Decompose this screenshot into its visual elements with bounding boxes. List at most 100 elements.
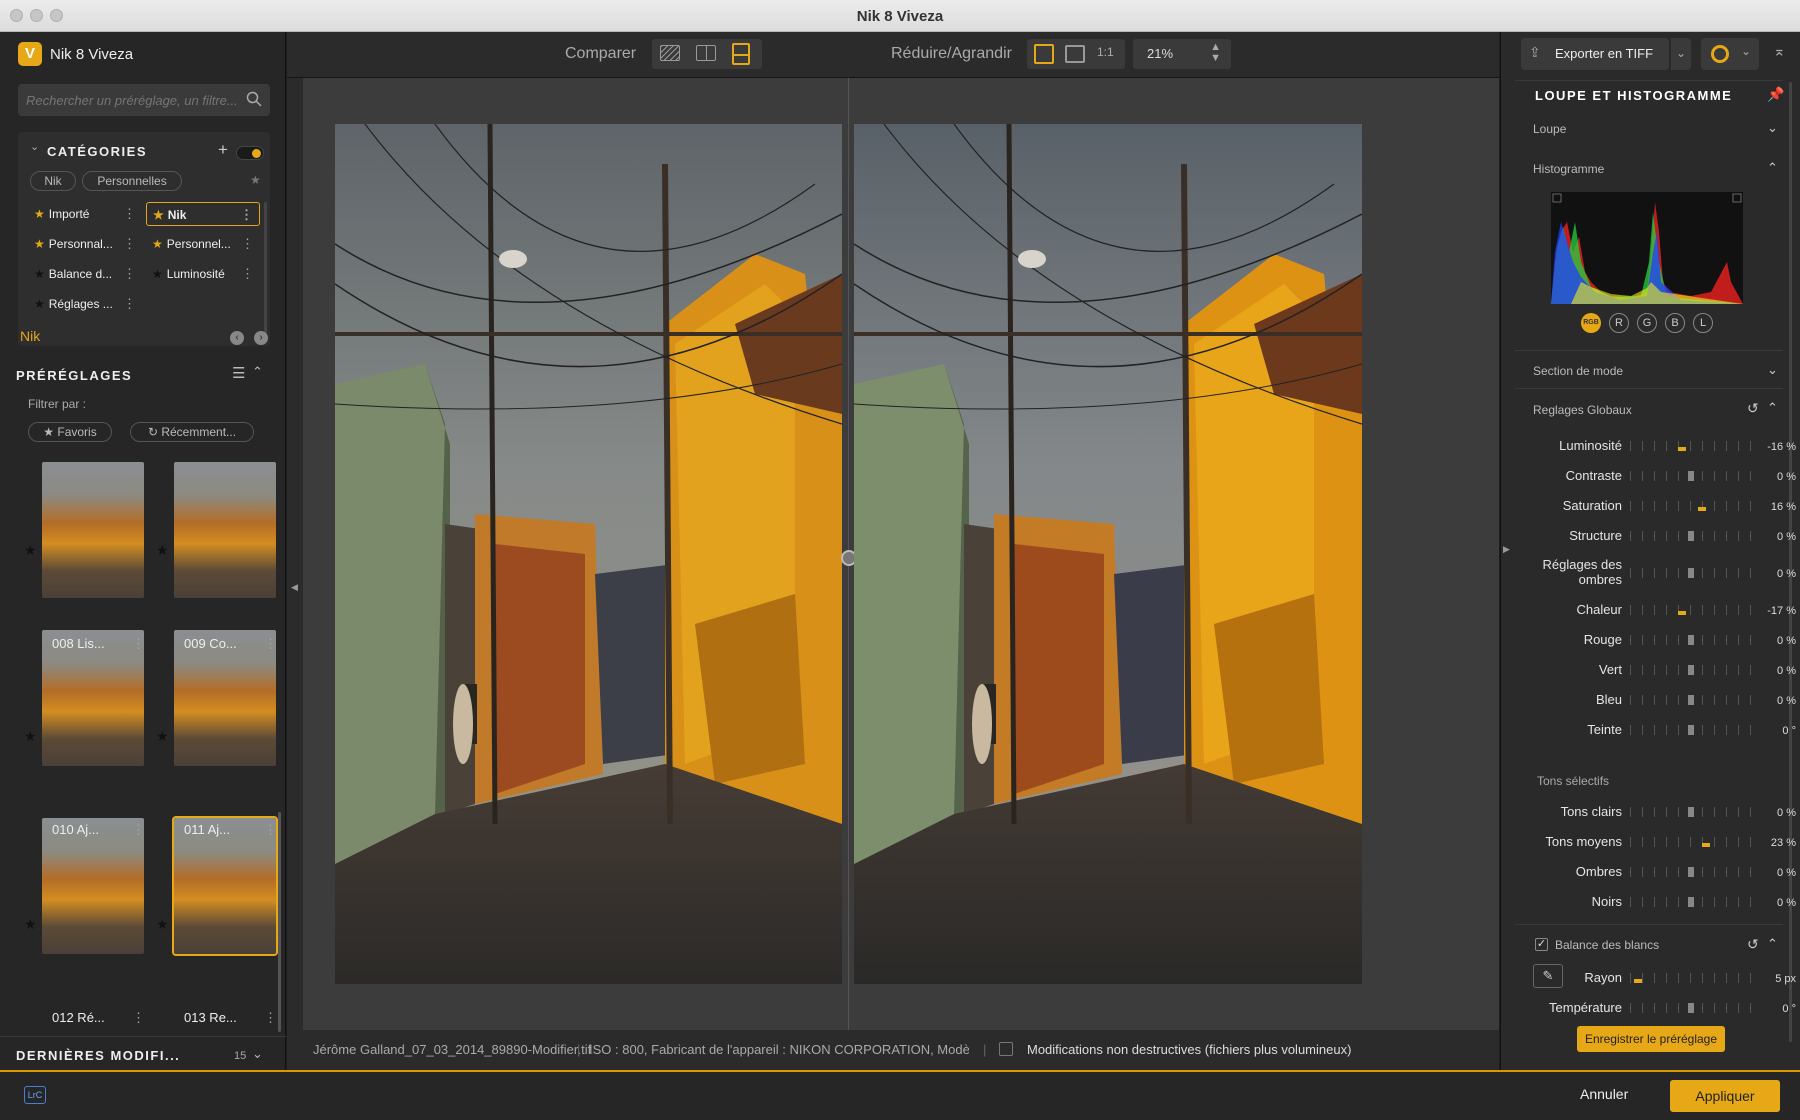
- slider-handle[interactable]: [1688, 568, 1694, 578]
- more-icon[interactable]: ⋮: [264, 822, 277, 838]
- collapse-icon[interactable]: ⌃: [252, 364, 263, 380]
- mode-section[interactable]: Section de mode: [1533, 364, 1623, 378]
- category-item-personnalise[interactable]: ★ Personnal... ⋮: [28, 232, 142, 256]
- channel-r-button[interactable]: R: [1609, 313, 1629, 333]
- star-icon[interactable]: ★: [156, 542, 169, 559]
- category-item-importe[interactable]: ★ Importé ⋮: [28, 202, 142, 226]
- category-item-balance[interactable]: ★ Balance d... ⋮: [28, 262, 142, 286]
- slider-track[interactable]: [1630, 837, 1752, 847]
- image-canvas[interactable]: [303, 78, 1499, 1030]
- slider-handle[interactable]: [1688, 695, 1694, 705]
- settings-button[interactable]: ⌄: [1701, 38, 1759, 70]
- fill-icon[interactable]: [1065, 45, 1085, 63]
- one-to-one-button[interactable]: 1:1: [1097, 45, 1114, 59]
- nondestructive-checkbox[interactable]: [999, 1042, 1013, 1056]
- favorite-filter-icon[interactable]: ★: [250, 173, 261, 187]
- more-icon[interactable]: ⋮: [123, 232, 136, 256]
- slider-track[interactable]: [1630, 897, 1752, 907]
- channel-l-button[interactable]: L: [1693, 313, 1713, 333]
- slider-track[interactable]: [1630, 605, 1752, 615]
- slider-handle[interactable]: [1678, 447, 1687, 451]
- more-icon[interactable]: ⋮: [123, 262, 136, 286]
- more-icon[interactable]: ⋮: [241, 262, 254, 286]
- lrc-icon[interactable]: LrC: [24, 1086, 46, 1104]
- chevron-up-icon[interactable]: ⌃: [1767, 160, 1778, 176]
- left-collapse-strip[interactable]: ◀: [287, 78, 303, 1030]
- slider-handle[interactable]: [1688, 665, 1694, 675]
- preset-thumbnail[interactable]: [42, 462, 144, 598]
- white-balance-checkbox[interactable]: ✓: [1535, 938, 1548, 951]
- more-icon[interactable]: ⋮: [264, 636, 277, 652]
- star-icon[interactable]: ★: [153, 208, 164, 222]
- star-icon[interactable]: ★: [156, 916, 169, 933]
- chevron-up-icon[interactable]: ⌃: [1767, 936, 1778, 952]
- preset-thumbnail-selected[interactable]: [172, 816, 278, 956]
- more-icon[interactable]: ⋮: [132, 636, 145, 652]
- more-icon[interactable]: ⋮: [132, 1010, 145, 1026]
- star-icon[interactable]: ★: [24, 728, 37, 745]
- category-item-reglages[interactable]: ★ Réglages ... ⋮: [28, 292, 142, 316]
- more-icon[interactable]: ⋮: [123, 292, 136, 316]
- chevron-up-icon[interactable]: ⌃: [1767, 400, 1778, 416]
- slider-track[interactable]: [1630, 973, 1752, 983]
- next-icon[interactable]: ›: [254, 331, 268, 345]
- slider-handle[interactable]: [1697, 507, 1706, 511]
- collapse-top-icon[interactable]: ⌅: [1773, 42, 1786, 60]
- category-item-nik[interactable]: ★ Nik ⋮: [146, 202, 260, 226]
- categories-scrollbar[interactable]: [264, 202, 267, 342]
- channel-b-button[interactable]: B: [1665, 313, 1685, 333]
- category-item-luminosite[interactable]: ★ Luminosité ⋮: [146, 262, 260, 286]
- fit-icon[interactable]: [1034, 44, 1054, 64]
- slider-track[interactable]: [1630, 635, 1752, 645]
- previous-icon[interactable]: ‹: [230, 331, 244, 345]
- tab-personnelles[interactable]: Personnelles: [82, 171, 182, 191]
- slider-handle[interactable]: [1688, 635, 1694, 645]
- chevron-down-icon[interactable]: ⌄: [252, 1046, 263, 1062]
- channel-rgb-button[interactable]: RGB: [1581, 313, 1601, 333]
- slider-handle[interactable]: [1688, 1003, 1694, 1013]
- slider-track[interactable]: [1630, 441, 1752, 451]
- presets-scrollbar[interactable]: [278, 812, 281, 1032]
- save-preset-button[interactable]: Enregistrer le préréglage: [1577, 1026, 1725, 1052]
- compare-split-icon[interactable]: [696, 45, 716, 61]
- slider-handle[interactable]: [1688, 531, 1694, 541]
- slider-track[interactable]: [1630, 568, 1752, 578]
- preset-thumbnail[interactable]: [42, 818, 144, 954]
- export-button[interactable]: ⇪ Exporter en TIFF: [1521, 38, 1669, 70]
- star-icon[interactable]: ★: [34, 267, 45, 281]
- slider-handle[interactable]: [1701, 843, 1710, 847]
- slider-track[interactable]: [1630, 695, 1752, 705]
- search-box[interactable]: [18, 84, 270, 116]
- filter-favorites-chip[interactable]: ★ Favoris: [28, 422, 112, 442]
- add-category-icon[interactable]: +: [218, 140, 228, 160]
- export-dropdown-icon[interactable]: ⌄: [1671, 38, 1691, 70]
- channel-g-button[interactable]: G: [1637, 313, 1657, 333]
- zoom-select[interactable]: 21% ▲ ▼: [1133, 39, 1231, 69]
- star-icon[interactable]: ★: [34, 237, 45, 251]
- white-balance-section[interactable]: Balance des blancs: [1555, 938, 1659, 952]
- list-view-icon[interactable]: ☰: [232, 364, 245, 382]
- compare-overlay-icon[interactable]: [660, 45, 680, 61]
- more-icon[interactable]: ⋮: [240, 203, 253, 227]
- slider-handle[interactable]: [1677, 611, 1686, 615]
- slider-track[interactable]: [1630, 531, 1752, 541]
- star-icon[interactable]: ★: [152, 267, 163, 281]
- stepper-icon[interactable]: ▲ ▼: [1210, 42, 1221, 64]
- slider-track[interactable]: [1630, 665, 1752, 675]
- preset-thumbnail[interactable]: [174, 462, 276, 598]
- star-icon[interactable]: ★: [156, 728, 169, 745]
- category-item-personnel[interactable]: ★ Personnel... ⋮: [146, 232, 260, 256]
- search-input[interactable]: [18, 84, 240, 116]
- chevron-down-icon[interactable]: ⌄: [30, 140, 39, 153]
- cancel-button[interactable]: Annuler: [1580, 1086, 1628, 1102]
- slider-track[interactable]: [1630, 807, 1752, 817]
- chevron-down-icon[interactable]: ⌄: [1767, 120, 1778, 136]
- slider-handle[interactable]: [1688, 807, 1694, 817]
- star-icon[interactable]: ★: [34, 207, 45, 221]
- slider-track[interactable]: [1630, 867, 1752, 877]
- compare-stacked-icon[interactable]: [732, 43, 750, 65]
- filter-recent-chip[interactable]: ↻ Récemment...: [130, 422, 254, 442]
- slider-track[interactable]: [1630, 1003, 1752, 1013]
- star-icon[interactable]: ★: [24, 542, 37, 559]
- pin-icon[interactable]: 📌: [1767, 86, 1784, 103]
